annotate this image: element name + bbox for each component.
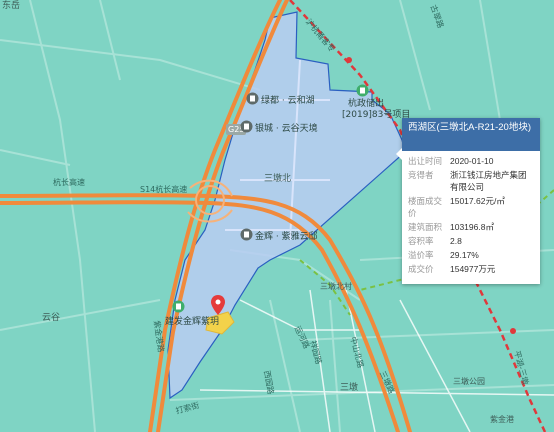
popup-title: 西湖区(三墩北A-R21-20地块) <box>402 118 540 151</box>
poi-jinhui[interactable]: 金辉 · 紫雅云邸 <box>240 228 318 243</box>
popup-row-key: 容积率 <box>408 236 434 246</box>
green-pin-icon <box>356 84 369 99</box>
popup-row: 溢价率 29.17% <box>408 249 534 261</box>
road-label-hangchang: 杭长高速 <box>53 178 85 187</box>
popup-row-key: 建筑面积 <box>408 222 443 232</box>
building-pin-icon <box>240 228 253 243</box>
area-label-sandun-park: 三墩公园 <box>453 377 485 386</box>
popup-row: 建筑面积 103196.8㎡ <box>408 221 534 233</box>
area-label-jinhui: 三墩北村 <box>320 282 352 291</box>
popup-row-key: 成交价 <box>408 264 434 274</box>
poi-hangzheng-label-2: [2019]83号项目 <box>342 110 411 120</box>
popup-row-key: 竞得者 <box>408 170 434 180</box>
building-pin-icon <box>246 92 259 107</box>
area-label-sanduobei: 三墩北 <box>264 174 292 184</box>
popup-row: 成交价 154977万元 <box>408 263 534 275</box>
popup-row-value: 154977万元 <box>450 264 496 274</box>
popup-row: 容积率 2.8 <box>408 235 534 247</box>
station-dot <box>510 328 516 334</box>
poi-jianfa-label: 建发金辉紫玥 <box>165 317 220 327</box>
popup-row-key: 溢价率 <box>408 250 434 260</box>
poi-hangzheng-label: 杭政储出 <box>348 99 385 109</box>
popup-row-key: 楼面成交价 <box>408 196 443 218</box>
area-label-yungu: 云谷 <box>42 313 61 323</box>
popup-row: 出让时间 2020-01-10 <box>408 155 534 167</box>
road-label-s14: S14杭长高速 <box>140 185 188 194</box>
poi-yincheng[interactable]: 银城 · 云谷天境 <box>240 120 318 135</box>
poi-hangzheng[interactable] <box>356 84 369 99</box>
poi-label: 绿都 · 云和湖 <box>261 96 315 106</box>
popup-pointer <box>396 148 402 160</box>
popup-row: 竞得者 浙江钱江房地产集团有限公司 <box>408 169 534 193</box>
poi-label: 金辉 · 紫雅云邸 <box>255 232 318 242</box>
poi-lvdu[interactable]: 绿都 · 云和湖 <box>246 92 315 107</box>
popup-row-value: 15017.62元/㎡ <box>450 196 505 206</box>
popup-row-value: 2020-01-10 <box>450 156 494 166</box>
area-label-zijin: 紫金港 <box>490 415 514 424</box>
area-label-sandun: 三墩 <box>340 383 359 393</box>
poi-label: 银城 · 云谷天境 <box>255 124 318 134</box>
popup-row-value: 103196.8㎡ <box>450 222 494 232</box>
popup-row-value: 2.8 <box>450 236 462 246</box>
popup-row-value: 浙江钱江房地产集团有限公司 <box>450 170 527 192</box>
station-dot <box>346 57 352 63</box>
green-pin-icon <box>172 300 185 315</box>
area-label-top-left: 东岳 <box>2 1 21 11</box>
map-canvas[interactable]: 东岳 杭长高速 S14杭长高速 G25 三墩北 云谷 三墩 三墩公园 三墩北村 … <box>0 0 554 432</box>
building-pin-icon <box>240 120 253 135</box>
popup-row: 楼面成交价 15017.62元/㎡ <box>408 195 534 219</box>
location-marker-icon[interactable] <box>211 295 225 319</box>
popup-row-value: 29.17% <box>450 250 479 260</box>
poi-jianfa[interactable] <box>172 300 185 315</box>
popup-row-key: 出让时间 <box>408 156 443 166</box>
popup-body: 出让时间 2020-01-10 竞得者 浙江钱江房地产集团有限公司 楼面成交价 150… <box>402 151 540 275</box>
parcel-info-popup[interactable]: 西湖区(三墩北A-R21-20地块) 出让时间 2020-01-10 竞得者 浙江钱… <box>396 118 540 284</box>
